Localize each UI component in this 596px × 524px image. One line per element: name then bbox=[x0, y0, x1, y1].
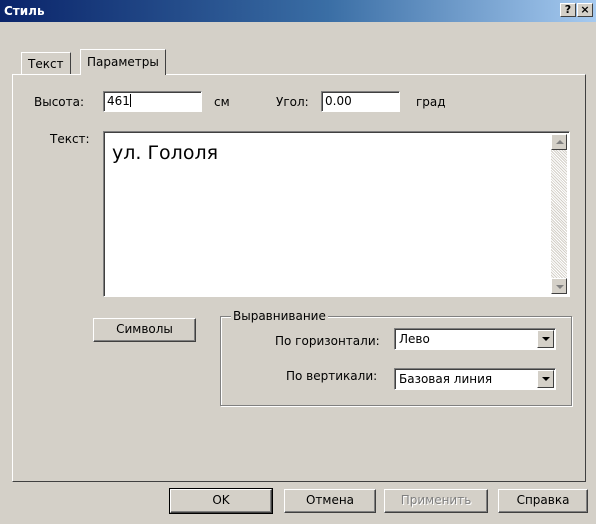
alignment-legend: Выравнивание bbox=[231, 309, 328, 323]
angle-unit: град bbox=[416, 95, 446, 109]
chevron-down-icon bbox=[542, 377, 550, 381]
symbols-button[interactable]: Символы bbox=[93, 318, 196, 342]
window-title: Стиль bbox=[4, 4, 45, 18]
height-input[interactable]: 461 bbox=[103, 91, 202, 112]
horizontal-dropdown-button[interactable] bbox=[537, 330, 554, 348]
vertical-select[interactable]: Базовая линия bbox=[394, 368, 556, 390]
arrow-up-icon bbox=[556, 140, 564, 144]
horizontal-label: По горизонтали: bbox=[275, 334, 380, 348]
vertical-label: По вертикали: bbox=[286, 369, 378, 383]
chevron-down-icon bbox=[542, 337, 550, 341]
height-label: Высота: bbox=[34, 95, 85, 109]
apply-button[interactable]: Применить bbox=[384, 489, 488, 513]
arrow-down-icon bbox=[556, 285, 564, 289]
angle-value: 0.00 bbox=[325, 94, 352, 108]
text-caret bbox=[129, 94, 131, 107]
text-content: ул. Гололя bbox=[112, 142, 219, 164]
close-icon[interactable]: × bbox=[577, 3, 593, 17]
vertical-dropdown-button[interactable] bbox=[537, 370, 554, 388]
tab-text[interactable]: Текст bbox=[21, 52, 71, 74]
angle-input[interactable]: 0.00 bbox=[321, 91, 400, 112]
cancel-button[interactable]: Отмена bbox=[284, 489, 376, 513]
help-button[interactable]: Справка bbox=[498, 489, 588, 513]
text-label: Текст: bbox=[50, 132, 90, 146]
height-unit: см bbox=[214, 95, 230, 109]
angle-label: Угол: bbox=[276, 95, 309, 109]
title-bar: Стиль ? × bbox=[0, 0, 596, 22]
tab-parameters[interactable]: Параметры bbox=[80, 49, 166, 75]
ok-button[interactable]: OK bbox=[169, 488, 273, 514]
scroll-down-button[interactable] bbox=[551, 278, 567, 294]
scroll-up-button[interactable] bbox=[551, 134, 567, 150]
text-area[interactable]: ул. Гололя bbox=[103, 131, 570, 297]
horizontal-value: Лево bbox=[399, 332, 430, 346]
height-value: 461 bbox=[107, 94, 130, 108]
vertical-value: Базовая линия bbox=[399, 372, 493, 386]
horizontal-select[interactable]: Лево bbox=[394, 328, 556, 350]
vertical-scrollbar[interactable] bbox=[551, 134, 567, 294]
help-icon[interactable]: ? bbox=[560, 3, 576, 17]
